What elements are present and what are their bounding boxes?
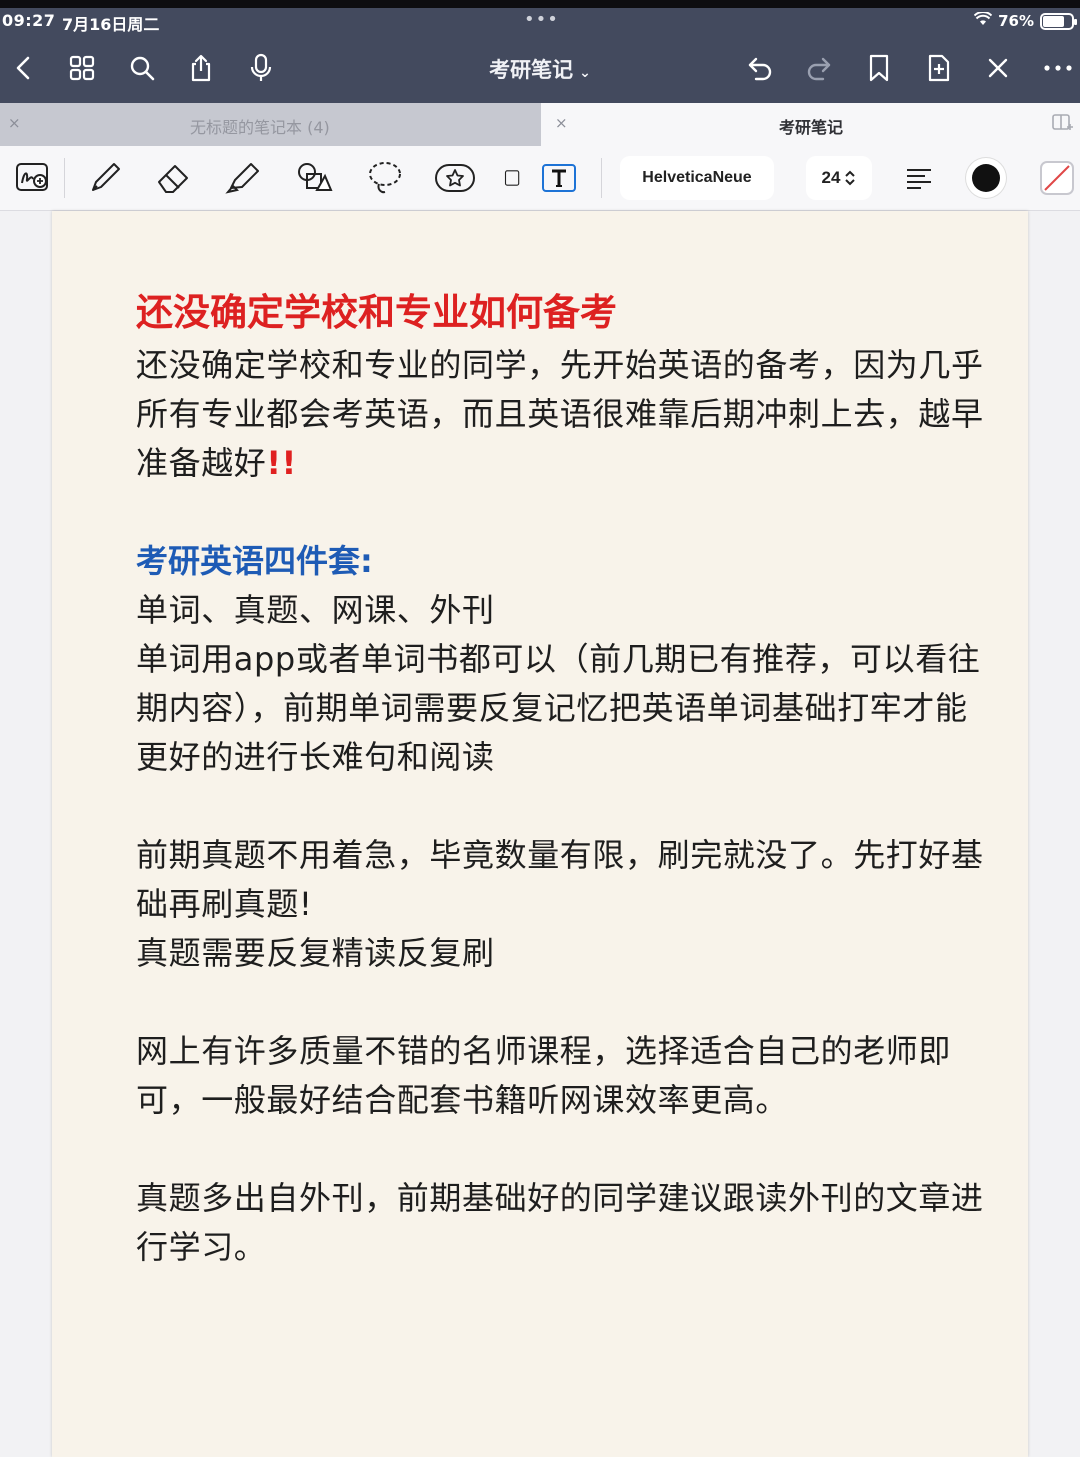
exam-paragraph: 前期真题不用着急，毕竟数量有限，刷完就没了。先打好基础再刷真题! [136, 836, 984, 923]
journal-paragraph: 真题多出自外刊，前期基础好的同学建议跟读外刊的文章进行学习。 [136, 1179, 984, 1266]
note-heading: 还没确定学校和专业如何备考 [136, 291, 617, 334]
app-header: 09:27 7月16日周二 ••• 76% 考研笔记 ⌄ [0, 0, 1080, 103]
share-icon[interactable] [183, 50, 219, 86]
status-bar: 09:27 7月16日周二 ••• 76% [0, 8, 1080, 36]
tab-close-icon[interactable]: × [8, 114, 21, 132]
tab-label: 考研笔记 [779, 118, 844, 137]
lasso-icon[interactable] [364, 157, 406, 199]
add-page-icon[interactable] [921, 50, 957, 86]
text-align-icon[interactable] [898, 157, 940, 199]
microphone-icon[interactable] [243, 50, 279, 86]
undo-icon[interactable] [742, 50, 778, 86]
tab-label: 无标题的笔记本 (4) [190, 118, 330, 137]
battery-icon [1040, 12, 1077, 30]
tool-bar: HelveticaNeue 24 [0, 146, 1080, 211]
list-line: 单词、真题、网课、外刊 [136, 591, 495, 629]
note-page[interactable]: 还没确定学校和专业如何备考 还没确定学校和专业的同学，先开始英语的备考，因为几乎… [52, 211, 1028, 1457]
toolbar-divider [64, 158, 65, 198]
bookmark-icon[interactable] [861, 50, 897, 86]
font-size-selector[interactable]: 24 [806, 156, 872, 200]
tab-kaoyan-notes[interactable]: × 考研笔记 [541, 103, 1080, 146]
text-color-picker[interactable] [966, 158, 1006, 198]
current-color-swatch [972, 164, 1000, 192]
font-size-value: 24 [821, 168, 841, 187]
intro-paragraph: 还没确定学校和专业的同学，先开始英语的备考，因为几乎所有专业都会考英语，而且英语… [136, 341, 986, 488]
sticker-icon[interactable] [434, 157, 476, 199]
chevron-down-icon: ⌄ [579, 65, 591, 81]
grid-icon[interactable] [64, 50, 100, 86]
tab-untitled-notebook[interactable]: × 无标题的笔记本 (4) [0, 103, 541, 146]
text-background-icon[interactable] [1036, 157, 1078, 199]
split-view-icon[interactable] [1052, 113, 1074, 133]
intro-text: 还没确定学校和专业的同学，先开始英语的备考，因为几乎所有专业都会考英语，而且英语… [136, 346, 984, 482]
battery-percent: 76% [998, 12, 1034, 30]
tab-close-icon[interactable]: × [555, 114, 568, 132]
status-date: 7月16日周二 [62, 15, 160, 34]
notebook-title[interactable]: 考研笔记 ⌄ [470, 54, 610, 84]
more-icon[interactable] [1040, 50, 1076, 86]
text-icon[interactable] [538, 157, 580, 199]
shapes-icon[interactable] [292, 157, 334, 199]
notebook-title-label: 考研笔记 [489, 58, 574, 82]
pen-icon[interactable] [84, 157, 126, 199]
multitasking-dots[interactable]: ••• [524, 9, 559, 30]
toolbar-divider [601, 158, 602, 198]
redo-icon[interactable] [801, 50, 837, 86]
note-content[interactable]: 还没确定学校和专业如何备考 还没确定学校和专业的同学，先开始英语的备考，因为几乎… [136, 287, 986, 1272]
wifi-icon [973, 11, 993, 30]
course-paragraph: 网上有许多质量不错的名师课程，选择适合自己的老师即可，一般最好结合配套书籍听网课… [136, 1032, 952, 1119]
nav-bar: 考研笔记 ⌄ [0, 36, 1080, 103]
stepper-chevrons-icon [845, 170, 856, 186]
back-icon[interactable] [6, 50, 42, 86]
handwriting-insert-icon[interactable] [12, 157, 54, 199]
exclamation-mark: !! [266, 444, 297, 482]
tab-bar: × 无标题的笔记本 (4) × 考研笔记 [0, 103, 1080, 146]
close-icon[interactable] [980, 50, 1016, 86]
highlighter-icon[interactable] [222, 157, 264, 199]
status-time: 09:27 [2, 11, 56, 30]
font-family-selector[interactable]: HelveticaNeue [620, 156, 774, 200]
status-right: 76% [973, 11, 1077, 31]
exam-paragraph-2: 真题需要反复精读反复刷 [136, 934, 495, 972]
eraser-icon[interactable] [152, 157, 194, 199]
image-icon[interactable] [500, 157, 522, 199]
words-paragraph: 单词用app或者单词书都可以（前几期已有推荐，可以看往期内容），前期单词需要反复… [136, 640, 981, 776]
search-icon[interactable] [124, 50, 160, 86]
note-subheading: 考研英语四件套: [136, 542, 373, 580]
